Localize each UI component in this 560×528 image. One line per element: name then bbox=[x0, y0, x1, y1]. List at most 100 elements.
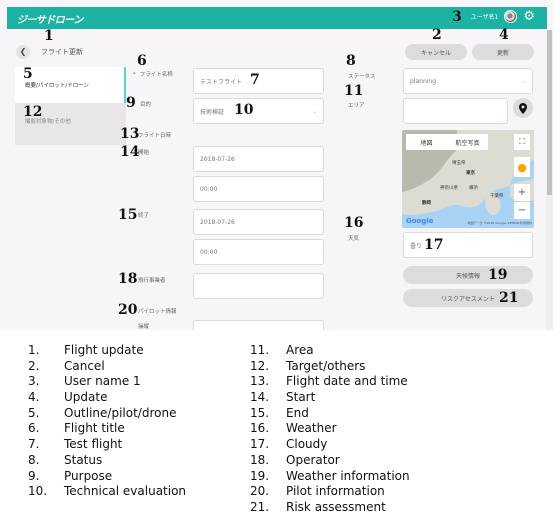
purpose-select[interactable]: 技術検証 ⌄ bbox=[193, 98, 324, 124]
weather-input[interactable]: 曇り bbox=[403, 232, 533, 258]
callout: 5 bbox=[23, 66, 33, 82]
end-label: 終了 bbox=[138, 213, 150, 219]
callout: 7 bbox=[250, 72, 260, 88]
top-bar: ジーサドローン ユーザ名1 ⚙ bbox=[7, 7, 547, 29]
gear-icon[interactable]: ⚙ bbox=[523, 10, 535, 23]
street-view-icon[interactable]: ● bbox=[514, 157, 530, 177]
map-tab-map[interactable]: 地図 bbox=[406, 134, 447, 150]
legend-item: 10. Technical evaluation bbox=[28, 484, 187, 499]
required-mark: * bbox=[133, 72, 136, 78]
legend-item: 19. Weather information bbox=[250, 468, 410, 483]
callout: 21 bbox=[499, 290, 519, 306]
status-value: planning bbox=[410, 77, 437, 85]
legend-item: 1. Flight update bbox=[28, 343, 144, 357]
chevron-down-icon: ⌄ bbox=[311, 107, 317, 115]
callout: 2 bbox=[432, 27, 442, 43]
map-view[interactable]: 地図 航空写真 ⛶ ● + − 埼玉県 東京 横浜 千葉県 静岡 神奈川県 Go… bbox=[402, 130, 534, 228]
legend-item: 17. Cloudy bbox=[250, 437, 328, 452]
legend-item: 12. Target/others bbox=[250, 358, 366, 373]
callout: 6 bbox=[137, 53, 147, 69]
pilot-sub-label: 操縦 bbox=[138, 324, 150, 330]
map-pin-icon bbox=[519, 102, 527, 114]
legend-item: 7. Test flight bbox=[28, 437, 123, 452]
cancel-button[interactable]: キャンセル bbox=[405, 44, 467, 60]
update-button[interactable]: 更新 bbox=[472, 44, 534, 60]
legend-item: 15. End bbox=[250, 405, 309, 420]
legend-item: 9. Purpose bbox=[28, 468, 113, 483]
app-logo[interactable]: ジーサドローン bbox=[17, 11, 83, 26]
legend-item: 3. User name 1 bbox=[28, 374, 141, 389]
map-label: 横浜 bbox=[469, 186, 478, 191]
avatar[interactable] bbox=[504, 10, 518, 23]
callout: 8 bbox=[346, 53, 356, 69]
status-label: ステータス bbox=[348, 74, 376, 80]
pilot-input[interactable] bbox=[193, 320, 324, 330]
legend-item: 11. Area bbox=[250, 343, 314, 357]
operator-label: 飛行事業者 bbox=[138, 278, 166, 284]
callout: 17 bbox=[424, 237, 444, 253]
app-screenshot: ジーサドローン ユーザ名1 ⚙ ❮ フライト更新 キャンセル 更新 概要/パイロ… bbox=[0, 0, 553, 330]
area-label: エリア bbox=[348, 103, 365, 109]
callout: 14 bbox=[120, 144, 140, 160]
scrollbar[interactable] bbox=[546, 30, 553, 330]
end-time-input[interactable]: 00:00 bbox=[193, 239, 324, 265]
legend-item: 2. Cancel bbox=[28, 358, 105, 373]
chevron-left-icon: ❮ bbox=[19, 47, 27, 56]
weather-label: 天気 bbox=[348, 236, 360, 242]
map-tab-satellite[interactable]: 航空写真 bbox=[447, 134, 488, 150]
start-label: 開始 bbox=[138, 150, 150, 156]
map-attribution[interactable]: 地図データ ©2018 Google, ZENRIN 利用規約 bbox=[468, 221, 532, 225]
legend-item: 14. Start bbox=[250, 390, 316, 405]
legend-item: 16. Weather bbox=[250, 421, 337, 436]
fullscreen-icon[interactable]: ⛶ bbox=[514, 134, 530, 150]
callout: 3 bbox=[452, 9, 462, 25]
legend-item: 21. Risk assessment bbox=[250, 499, 386, 514]
pilot-info-label: パイロット情報 bbox=[138, 309, 177, 315]
callout: 10 bbox=[234, 102, 254, 118]
purpose-label: 目的 bbox=[140, 102, 152, 108]
page-title: フライト更新 bbox=[41, 48, 83, 56]
scrollbar-thumb[interactable] bbox=[547, 30, 552, 195]
legend-item: 4. Update bbox=[28, 390, 108, 405]
start-date-input[interactable]: 2018-07-26 bbox=[193, 146, 324, 172]
status-select[interactable]: planning ⌄ bbox=[403, 68, 533, 94]
callout: 19 bbox=[488, 267, 508, 283]
start-time-input[interactable]: 00:00 bbox=[193, 176, 324, 202]
end-date-input[interactable]: 2018-07-26 bbox=[193, 209, 324, 235]
back-button[interactable]: ❮ bbox=[16, 45, 30, 59]
legend-right: 11. Area 12. Target/others 13. Flight date … bbox=[250, 343, 410, 516]
legend-item: 13. Flight date and time bbox=[250, 374, 408, 389]
legend-item: 8. Status bbox=[28, 452, 103, 467]
map-label: 千葉県 bbox=[490, 194, 504, 199]
legend-item: 6. Flight title bbox=[28, 421, 125, 436]
google-logo: Google bbox=[406, 217, 434, 225]
callout: 20 bbox=[118, 302, 138, 318]
callout: 1 bbox=[44, 28, 54, 44]
legend-item: 18. Operator bbox=[250, 452, 340, 467]
purpose-value: 技術検証 bbox=[200, 108, 225, 116]
callout: 12 bbox=[23, 104, 43, 120]
legend-item: 5. Outline/pilot/drone bbox=[28, 405, 177, 420]
map-label: 埼玉県 bbox=[452, 161, 466, 166]
callout: 9 bbox=[126, 95, 136, 111]
callout: 4 bbox=[499, 27, 509, 43]
map-label: 静岡 bbox=[422, 201, 431, 206]
legend-item: 20. Pilot information bbox=[250, 484, 385, 499]
callout: 18 bbox=[118, 271, 138, 287]
callout: 16 bbox=[344, 215, 364, 231]
map-type-tabs: 地図 航空写真 bbox=[406, 134, 488, 150]
flight-datetime-label: フライト日時 bbox=[138, 133, 172, 139]
callout: 15 bbox=[118, 207, 138, 223]
callout: 13 bbox=[120, 126, 140, 142]
legend-left: 1. Flight update 2. Cancel 3. User name 1 4… bbox=[28, 343, 186, 500]
location-button[interactable] bbox=[513, 98, 533, 118]
flight-name-label: * フライト名称 bbox=[133, 72, 173, 78]
operator-input[interactable] bbox=[193, 273, 324, 299]
map-label: 東京 bbox=[466, 171, 475, 176]
user-name[interactable]: ユーザ名1 bbox=[471, 12, 499, 21]
callout: 11 bbox=[344, 83, 364, 99]
zoom-in-button[interactable]: + bbox=[514, 184, 530, 201]
weather-info-button[interactable]: 天候情報 bbox=[403, 266, 533, 284]
zoom-out-button[interactable]: − bbox=[514, 202, 530, 219]
area-input[interactable] bbox=[403, 98, 508, 124]
